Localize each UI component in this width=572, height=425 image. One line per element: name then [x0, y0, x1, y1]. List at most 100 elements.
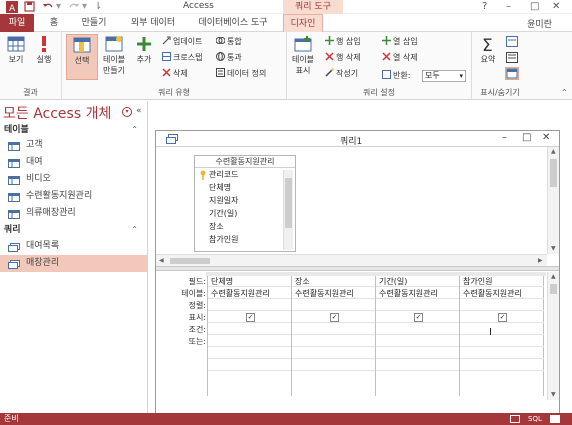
builder-button[interactable]: 작성기	[325, 68, 358, 80]
or-cell[interactable]	[376, 336, 460, 347]
minimize-button[interactable]: –	[502, 132, 507, 143]
criteria-cell[interactable]	[460, 324, 544, 335]
nav-menu-chevron-icon[interactable]: ▾	[122, 107, 132, 117]
field-cell[interactable]: 참가인원	[460, 276, 544, 287]
sort-cell[interactable]	[208, 300, 292, 311]
update-button[interactable]: 업데이트	[162, 36, 202, 48]
table-cell[interactable]: 수련활동지원관리	[376, 288, 460, 299]
nav-section-queries[interactable]: 쿼리 ⌃	[0, 223, 148, 237]
scroll-up-icon[interactable]: ▲	[551, 148, 556, 155]
nav-title[interactable]: 모든 Access 개체	[3, 103, 111, 123]
nav-item-table[interactable]: 의류매장관리	[0, 205, 147, 222]
design-grid[interactable]: 필드: 테이블: 정렬: 표시: 조건: 또는: 단체명 수련활동지원관리 ✓	[156, 272, 559, 413]
run-button[interactable]: 실행	[28, 34, 60, 65]
pane-splitter[interactable]	[156, 266, 559, 271]
field-item[interactable]: 지원일자	[209, 195, 238, 206]
undo-icon[interactable]	[42, 1, 54, 13]
nav-item-query[interactable]: 대여목록	[0, 238, 147, 255]
grid-column[interactable]: 참가인원 수련활동지원관리 ✓	[459, 276, 544, 396]
union-button[interactable]: 통합	[215, 36, 242, 48]
tab-external-data[interactable]: 외부 데이터	[124, 14, 182, 32]
scroll-right-icon[interactable]: ▶	[538, 257, 543, 264]
show-checkbox[interactable]: ✓	[330, 313, 339, 322]
empty-cell[interactable]	[376, 348, 460, 359]
table-names-icon[interactable]	[505, 67, 519, 80]
field-list-scrollbar[interactable]	[283, 170, 293, 250]
table-pane[interactable]: 수련활동지원관리 관리코드 단체명 지원일자 기간(일) 장소 참가인원 ▲ ▼	[156, 147, 559, 254]
insert-columns-button[interactable]: 열 삽입	[382, 36, 418, 48]
field-cell[interactable]: 기간(일)	[376, 276, 460, 287]
collapse-ribbon-icon[interactable]: ⌃	[561, 88, 568, 97]
sort-cell[interactable]	[292, 300, 376, 311]
user-name[interactable]: 윤미란	[527, 17, 552, 30]
table-cell[interactable]: 수련활동지원관리	[292, 288, 376, 299]
empty-cell[interactable]	[460, 348, 544, 359]
upper-horizontal-scrollbar[interactable]: ◀ ▶	[156, 254, 547, 266]
criteria-cell[interactable]	[208, 324, 292, 335]
shutter-bar-close-icon[interactable]: «	[136, 106, 142, 116]
field-item[interactable]: 기간(일)	[209, 208, 237, 219]
field-item[interactable]: 단체명	[209, 182, 231, 193]
nav-item-table[interactable]: 고객	[0, 137, 147, 154]
nav-item-table[interactable]: 비디오	[0, 171, 147, 188]
sql-view-button[interactable]: SQL	[528, 413, 542, 425]
sort-cell[interactable]	[460, 300, 544, 311]
table-cell[interactable]: 수련활동지원관리	[460, 288, 544, 299]
minimize-button[interactable]: –	[506, 0, 511, 14]
restore-button[interactable]: □	[530, 0, 539, 14]
nav-item-table[interactable]: 대여	[0, 154, 147, 171]
empty-cell[interactable]	[376, 360, 460, 371]
show-table-button[interactable]: 테이블 표시	[287, 34, 319, 76]
nav-item-query[interactable]: 매장관리	[0, 255, 147, 272]
pass-through-button[interactable]: 통과	[216, 52, 242, 64]
close-button[interactable]: ✕	[552, 0, 560, 14]
restore-button[interactable]: □	[522, 132, 531, 143]
data-definition-button[interactable]: 데이터 정의	[216, 68, 266, 80]
tab-file[interactable]: 파일	[0, 14, 34, 32]
property-sheet-icon[interactable]	[506, 52, 518, 66]
or-cell[interactable]	[208, 336, 292, 347]
field-cell[interactable]: 단체명	[208, 276, 292, 287]
save-icon[interactable]	[24, 1, 35, 13]
criteria-cell[interactable]	[292, 324, 376, 335]
field-item[interactable]: 참가인원	[209, 234, 238, 245]
or-cell[interactable]	[292, 336, 376, 347]
select-query-button[interactable]: 선택	[66, 34, 98, 80]
sort-cell[interactable]	[376, 300, 460, 311]
scroll-down-icon[interactable]: ▼	[551, 245, 556, 252]
or-cell[interactable]	[460, 336, 544, 347]
show-checkbox[interactable]: ✓	[498, 313, 507, 322]
customize-qat-icon[interactable]: ⇂	[94, 1, 102, 13]
empty-cell[interactable]	[208, 348, 292, 359]
upper-vertical-scrollbar[interactable]: ▲ ▼	[547, 147, 559, 254]
help-button[interactable]: ?	[482, 0, 487, 14]
empty-cell[interactable]	[292, 348, 376, 359]
criteria-cell[interactable]	[376, 324, 460, 335]
tab-create[interactable]: 만들기	[74, 14, 114, 32]
tab-database-tools[interactable]: 데이터베이스 도구	[192, 14, 274, 32]
empty-cell[interactable]	[292, 360, 376, 371]
collapse-icon[interactable]: ⌃	[131, 123, 138, 137]
grid-column[interactable]: 장소 수련활동지원관리 ✓	[291, 276, 376, 396]
empty-cell[interactable]	[208, 360, 292, 371]
append-button[interactable]: 추가	[128, 34, 160, 65]
crosstab-button[interactable]: 크로스탭	[162, 52, 202, 64]
grid-vertical-scrollbar[interactable]: ▲ ▼	[547, 272, 559, 400]
delete-button[interactable]: 삭제	[162, 68, 188, 80]
nav-section-tables[interactable]: 테이블 ⌃	[0, 123, 148, 137]
undo-dropdown-icon[interactable]: ▾	[56, 1, 61, 13]
empty-cell[interactable]	[460, 360, 544, 371]
field-list-box[interactable]: 수련활동지원관리 관리코드 단체명 지원일자 기간(일) 장소 참가인원	[194, 155, 296, 252]
grid-column[interactable]: 기간(일) 수련활동지원관리 ✓	[375, 276, 460, 396]
redo-dropdown-icon[interactable]: ▾	[82, 1, 87, 13]
scroll-down-icon[interactable]: ▼	[551, 391, 556, 398]
field-item[interactable]: 관리코드	[209, 169, 238, 180]
show-checkbox[interactable]: ✓	[246, 313, 255, 322]
scroll-left-icon[interactable]: ◀	[159, 257, 164, 264]
delete-columns-button[interactable]: 열 삭제	[382, 52, 418, 64]
make-table-button[interactable]: 테이블 만들기	[98, 34, 130, 76]
close-button[interactable]: ✕	[542, 132, 550, 143]
view-switch-icon[interactable]	[510, 415, 520, 425]
table-cell[interactable]: 수련활동지원관리	[208, 288, 292, 299]
tab-home[interactable]: 홈	[44, 14, 64, 32]
